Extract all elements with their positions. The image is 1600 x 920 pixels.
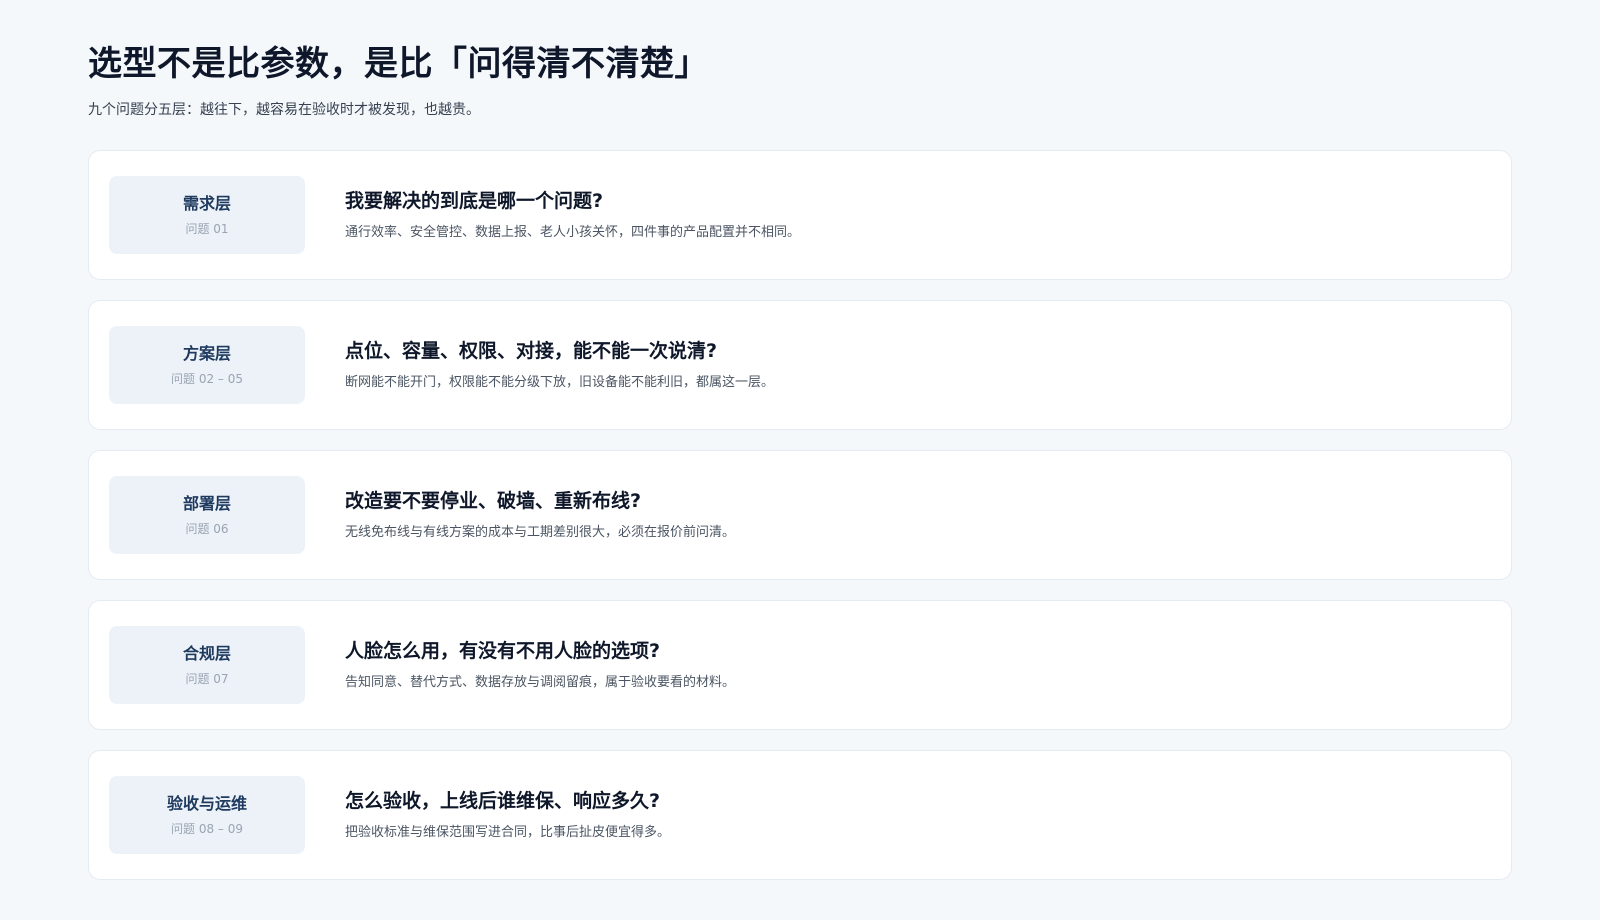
layer-tag: 合规层 问题 07 [109,626,305,704]
layer-card-compliance: 合规层 问题 07 人脸怎么用，有没有不用人脸的选项? 告知同意、替代方式、数据… [88,600,1512,730]
layer-question-range: 问题 01 [185,222,229,236]
page-subtitle: 九个问题分五层：越往下，越容易在验收时才被发现，也越贵。 [88,102,480,118]
layer-card-solution: 方案层 问题 02 – 05 点位、容量、权限、对接，能不能一次说清? 断网能不… [88,300,1512,430]
layer-note: 把验收标准与维保范围写进合同，比事后扯皮便宜得多。 [345,825,671,840]
layer-body: 改造要不要停业、破墙、重新布线? 无线免布线与有线方案的成本与工期差别很大，必须… [345,488,735,542]
layer-card-acceptance-maintenance: 验收与运维 问题 08 – 09 怎么验收，上线后谁维保、响应多久? 把验收标准… [88,750,1512,880]
layer-body: 人脸怎么用，有没有不用人脸的选项? 告知同意、替代方式、数据存放与调阅留痕，属于… [345,638,735,692]
layer-note: 告知同意、替代方式、数据存放与调阅留痕，属于验收要看的材料。 [345,675,736,690]
layer-tag: 需求层 问题 01 [109,176,305,254]
layer-name: 合规层 [182,644,231,663]
layer-question-range: 问题 08 – 09 [171,822,243,836]
layer-tag: 验收与运维 问题 08 – 09 [109,776,305,854]
layer-question-range: 问题 02 – 05 [171,372,243,386]
layer-body: 点位、容量、权限、对接，能不能一次说清? 断网能不能开门，权限能不能分级下放，旧… [345,338,774,392]
layer-card-requirements: 需求层 问题 01 我要解决的到底是哪一个问题? 通行效率、安全管控、数据上报、… [88,150,1512,280]
layer-question: 怎么验收，上线后谁维保、响应多久? [345,790,661,812]
page: 选型不是比参数，是比「问得清不清楚」 九个问题分五层：越往下，越容易在验收时才被… [0,0,1600,920]
layer-tag: 方案层 问题 02 – 05 [109,326,305,404]
layer-question: 点位、容量、权限、对接，能不能一次说清? [345,340,718,362]
layer-name: 需求层 [182,194,231,213]
layer-question: 人脸怎么用，有没有不用人脸的选项? [345,640,661,662]
layer-question: 我要解决的到底是哪一个问题? [345,190,604,212]
page-title: 选型不是比参数，是比「问得清不清楚」 [88,44,709,84]
layer-card-deployment: 部署层 问题 06 改造要不要停业、破墙、重新布线? 无线免布线与有线方案的成本… [88,450,1512,580]
layer-note: 无线免布线与有线方案的成本与工期差别很大，必须在报价前问清。 [345,525,736,540]
layer-body: 怎么验收，上线后谁维保、响应多久? 把验收标准与维保范围写进合同，比事后扯皮便宜… [345,788,670,842]
layer-name: 验收与运维 [166,794,247,813]
layer-question-range: 问题 06 [185,522,229,536]
layer-name: 部署层 [182,494,231,513]
layer-list: 需求层 问题 01 我要解决的到底是哪一个问题? 通行效率、安全管控、数据上报、… [88,150,1512,880]
layer-name: 方案层 [182,344,231,363]
layer-question: 改造要不要停业、破墙、重新布线? [345,490,642,512]
layer-note: 通行效率、安全管控、数据上报、老人小孩关怀，四件事的产品配置并不相同。 [345,225,801,240]
layer-note: 断网能不能开门，权限能不能分级下放，旧设备能不能利旧，都属这一层。 [345,375,775,390]
layer-tag: 部署层 问题 06 [109,476,305,554]
layer-body: 我要解决的到底是哪一个问题? 通行效率、安全管控、数据上报、老人小孩关怀，四件事… [345,188,800,242]
layer-question-range: 问题 07 [185,672,229,686]
